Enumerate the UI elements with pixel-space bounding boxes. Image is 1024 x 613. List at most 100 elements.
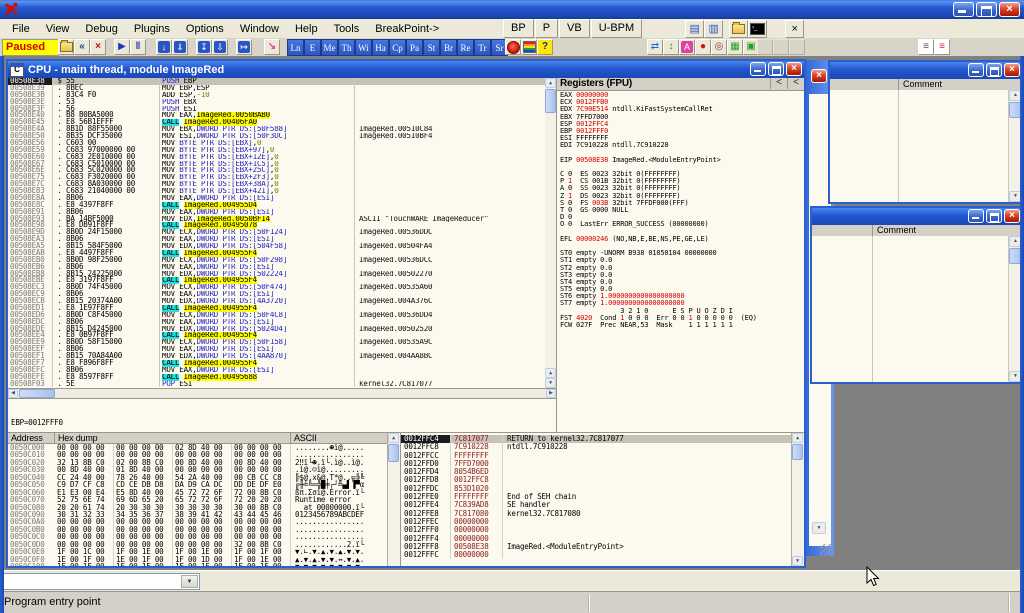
plugin-button-bp[interactable]: BP — [503, 19, 534, 38]
register-line[interactable]: FCW 027F Prec NEAR,53 Mask 1 1 1 1 1 1 — [560, 322, 803, 329]
scroll-right-button[interactable]: ▶ — [546, 389, 556, 398]
title-bar[interactable]: × — [0, 0, 1024, 19]
combobox-dropdown-button[interactable]: ▼ — [181, 575, 198, 588]
menu-item-view[interactable]: View — [38, 21, 78, 37]
scroll-up-button[interactable]: ▲ — [545, 78, 556, 88]
disasm-row[interactable]: 00508EFE.E8 8597F8FFCALL ImageRed.004956… — [8, 374, 545, 381]
scroll-thumb[interactable] — [1009, 248, 1020, 264]
disasm-row[interactable]: 00508ED6.8B0D C8F45000MOV ECX,DWORD PTR … — [8, 312, 545, 319]
registers-next-button[interactable]: < — [787, 78, 804, 89]
minimize-button[interactable] — [968, 63, 984, 77]
scroll-thumb[interactable] — [19, 389, 55, 398]
console-button[interactable]: ›_ — [748, 20, 767, 38]
toolbar-button-st[interactable]: St — [423, 39, 440, 56]
scroll-up-button[interactable]: ▲ — [1009, 90, 1020, 101]
disasm-row[interactable]: 00508EE9.8B0D 58F15000MOV ECX,DWORD PTR … — [8, 339, 545, 346]
dump-vscrollbar[interactable]: ▲ — [387, 433, 400, 566]
disasm-row[interactable]: 00508EC3.8B0D 74F45000MOV ECX,DWORD PTR … — [8, 284, 545, 291]
toolbar-button-ln[interactable]: Ln — [287, 39, 304, 56]
comment-window-bottom-titlebar[interactable]: × — [812, 208, 1020, 225]
close-program-button[interactable]: × — [90, 39, 106, 55]
resize-grip[interactable] — [820, 544, 832, 556]
toolbar-button-e[interactable]: E — [304, 39, 321, 56]
menu-item-debug[interactable]: Debug — [77, 21, 125, 37]
dump-pane[interactable]: Address Hex dump ASCII 0050C00000 00 00 … — [8, 432, 400, 566]
watch-list-button[interactable]: ≡ — [918, 39, 934, 55]
menu-item-help[interactable]: Help — [287, 21, 326, 37]
run-button[interactable]: ▶ — [114, 39, 130, 55]
open-file-button[interactable] — [58, 39, 74, 55]
disasm-row[interactable]: 00508EF7.E8 F896F8FFCALL ImageRed.004955… — [8, 360, 545, 367]
disasm-row[interactable]: 00508F03.5EPOP ESIkernel32.7C817077 — [8, 381, 545, 388]
close-button[interactable]: × — [786, 62, 802, 76]
toolbar-button-br[interactable]: Br — [440, 39, 457, 56]
register-line[interactable]: O 0 LastErr ERROR_SUCCESS (00000000) — [560, 221, 803, 228]
disasm-row[interactable]: 00508EB0.8B0D 98F25000MOV ECX,DWORD PTR … — [8, 257, 545, 264]
disasm-row[interactable]: 00508E3E.53PUSH EBX — [8, 99, 545, 106]
cpu-window-titlebar[interactable]: C CPU - main thread, module ImageRed × — [8, 61, 804, 78]
trace-button[interactable]: ◎ — [711, 39, 727, 55]
close-button[interactable]: × — [1004, 209, 1020, 223]
disassembly-pane[interactable]: 00508E38$55PUSH EBP00508E39.8BECMOV EBP,… — [8, 78, 556, 388]
scroll-up-button-2[interactable]: ▲ — [545, 368, 556, 378]
source-list-button[interactable]: ≡ — [934, 39, 950, 55]
close-button[interactable]: × — [1004, 63, 1020, 77]
patches-button[interactable]: ▦ — [727, 39, 743, 55]
notepad-button[interactable]: ▤ — [685, 20, 704, 38]
go-to-address-button[interactable]: ↘ — [264, 39, 280, 55]
scroll-thumb[interactable] — [1009, 102, 1020, 118]
log-button[interactable]: ⇄ — [647, 39, 663, 55]
minimize-button[interactable] — [968, 209, 984, 223]
stack-vscrollbar[interactable]: ▲ ▼ — [791, 433, 804, 566]
scroll-up-button[interactable]: ▲ — [792, 433, 803, 443]
toolbar-button-cp[interactable]: Cp — [389, 39, 406, 56]
open-folder-button[interactable] — [729, 20, 748, 38]
comment-window-top-scrollbar[interactable]: ▲ ▼ — [1009, 90, 1020, 202]
toolbar-button-wi[interactable]: Wi — [355, 39, 372, 56]
scroll-up-button[interactable]: ▲ — [1009, 236, 1020, 247]
disasm-row[interactable]: 00508E3B.83C4 F0ADD ESP,-10 — [8, 92, 545, 99]
toolbar-button-tr[interactable]: Tr — [474, 39, 491, 56]
minimize-button[interactable] — [750, 62, 766, 76]
scroll-up-button[interactable]: ▲ — [388, 433, 399, 443]
comment-window-top-body[interactable] — [830, 90, 1009, 202]
scroll-down-button[interactable]: ▼ — [1009, 191, 1020, 202]
register-line[interactable]: EIP 00508E38 ImageRed.<ModuleEntryPoint> — [560, 157, 803, 164]
step-over-button[interactable]: ⇓ — [172, 39, 188, 55]
options-gear-button[interactable] — [505, 39, 521, 55]
book-button[interactable]: ▥ — [704, 20, 723, 38]
toolbar-button-me[interactable]: Me — [321, 39, 338, 56]
scroll-thumb[interactable] — [388, 444, 399, 462]
breakpoints-button[interactable]: ● — [695, 39, 711, 55]
menu-item-tools[interactable]: Tools — [326, 21, 368, 37]
plugin-button-vb[interactable]: VB — [559, 19, 590, 38]
scroll-down-button[interactable]: ▼ — [812, 522, 826, 534]
disasm-vscrollbar[interactable]: ▲ ▲ ▼ — [545, 78, 556, 388]
register-line[interactable]: EFL 00000246 (NO,NB,E,BE,NS,PE,GE,LE) — [560, 236, 803, 243]
toolbar-button-th[interactable]: Th — [338, 39, 355, 56]
pause-button[interactable]: ‖ — [130, 39, 146, 55]
execute-till-return-button[interactable]: ↦ — [236, 39, 252, 55]
command-combobox[interactable]: ▼ — [2, 573, 200, 590]
toolbar-well-2[interactable] — [773, 39, 789, 55]
menu-item-window[interactable]: Window — [232, 21, 287, 37]
menu-item-breakpoint-[interactable]: BreakPoint-> — [367, 21, 447, 37]
stack-pane[interactable]: 0012FFC47C817077RETURN to kernel32.7C817… — [400, 432, 804, 566]
scroll-down-button[interactable]: ▼ — [1009, 371, 1020, 382]
plugin-toolbar-close-button[interactable]: × — [785, 20, 804, 38]
registers-pane[interactable]: Registers (FPU) < < EAX 00000000ECX 0012… — [556, 78, 804, 432]
step-into-button[interactable]: ↓ — [156, 39, 172, 55]
animate-into-button[interactable]: ↧ — [196, 39, 212, 55]
scroll-thumb[interactable] — [545, 89, 556, 113]
comment-window-bottom[interactable]: × Comment ▲ ▼ — [810, 206, 1020, 384]
background-window-close-button[interactable]: × — [811, 69, 827, 83]
registers-prev-button[interactable]: < — [770, 78, 787, 89]
comment-window-bottom-scrollbar[interactable]: ▲ ▼ — [1009, 236, 1020, 382]
maximize-button[interactable] — [986, 209, 1002, 223]
toolbar-well-1[interactable] — [757, 39, 773, 55]
plugin-button-p[interactable]: P — [535, 19, 558, 38]
register-line[interactable]: T 0 GS 0000 NULL — [560, 207, 803, 214]
comment-window-bottom-body[interactable] — [812, 236, 1009, 382]
restart-button[interactable]: « — [74, 39, 90, 55]
toolbar-button-re[interactable]: Re — [457, 39, 474, 56]
